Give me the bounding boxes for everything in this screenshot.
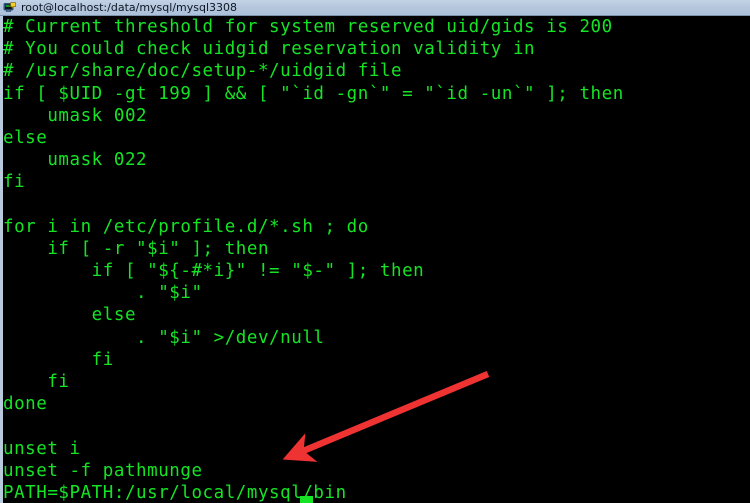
terminal-line: done — [3, 394, 48, 415]
terminal-client-area[interactable]: # Current threshold for system reserved … — [0, 16, 750, 503]
terminal-line: . "$i" >/dev/null — [3, 327, 325, 348]
window-titlebar[interactable]: root@localhost:/data/mysql/mysql3308 — [0, 0, 750, 16]
terminal-screen[interactable]: # Current threshold for system reserved … — [3, 16, 750, 503]
terminal-line: if [ "${-#*i}" != "$-" ]; then — [3, 261, 425, 282]
terminal-line: unset i — [3, 438, 81, 459]
putty-terminal-icon — [3, 1, 17, 14]
terminal-line: PATH=$PATH:/usr/local/mysql/bin — [3, 482, 347, 503]
terminal-line: else — [3, 127, 48, 148]
terminal-line: umask 002 — [3, 105, 148, 126]
terminal-line: # Current threshold for system reserved … — [3, 17, 613, 37]
terminal-line: fi — [3, 349, 114, 370]
terminal-line: if [ -r "$i" ]; then — [3, 238, 270, 259]
terminal-line: umask 022 — [3, 150, 148, 171]
terminal-line: if [ $UID -gt 199 ] && [ "`id -gn`" = "`… — [3, 83, 624, 104]
terminal-cursor — [300, 496, 313, 503]
terminal-line: # /usr/share/doc/setup-*/uidgid file — [3, 61, 403, 82]
terminal-line: # You could check uidgid reservation val… — [3, 39, 536, 60]
terminal-line: unset -f pathmunge — [3, 460, 203, 481]
window-title: root@localhost:/data/mysql/mysql3308 — [21, 1, 238, 14]
terminal-window: root@localhost:/data/mysql/mysql3308 # C… — [0, 0, 750, 503]
terminal-line: for i in /etc/profile.d/*.sh ; do — [3, 216, 369, 237]
terminal-line: fi — [3, 172, 26, 193]
terminal-line: fi — [3, 372, 70, 392]
terminal-line: . "$i" — [3, 283, 203, 304]
terminal-line: else — [3, 305, 137, 326]
